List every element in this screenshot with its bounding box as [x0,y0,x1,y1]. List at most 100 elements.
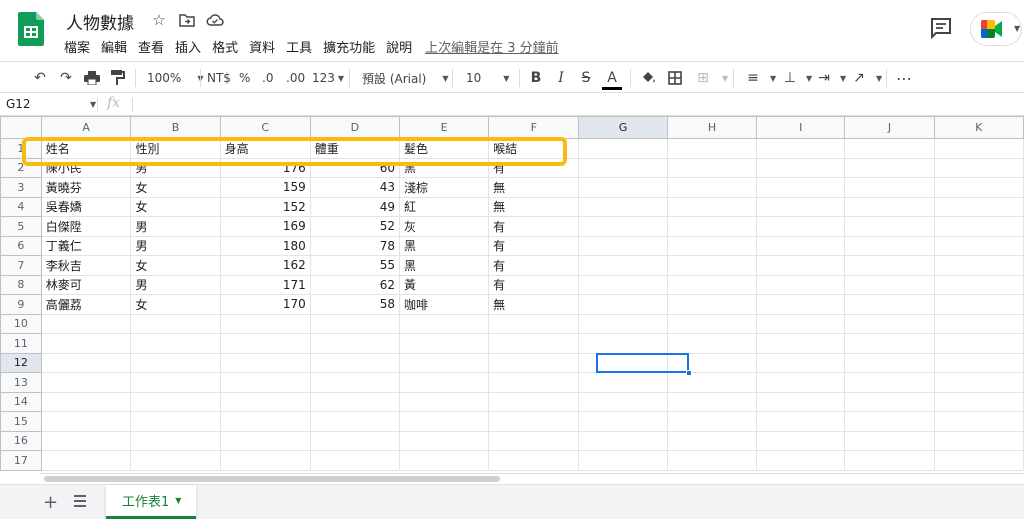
row-header[interactable]: 15 [0,411,42,432]
cell[interactable] [844,196,935,217]
all-sheets-list-icon[interactable] [72,493,88,509]
cell[interactable] [933,196,1024,217]
menu-edit[interactable]: 編輯 [101,37,127,56]
cell[interactable] [398,352,490,373]
cell[interactable] [666,430,758,451]
cell[interactable] [398,313,490,334]
meet-button[interactable]: ▼ [970,12,1022,46]
row-header[interactable]: 7 [0,255,42,276]
cell[interactable] [756,177,846,198]
cell[interactable]: 丁義仁 [40,235,132,256]
cell[interactable] [219,333,311,354]
cell[interactable]: 60 [309,157,400,178]
cell[interactable] [756,313,846,334]
cell[interactable] [666,333,758,354]
cell[interactable] [933,333,1024,354]
comment-icon[interactable] [930,17,952,39]
cell[interactable] [578,450,668,471]
vertical-align-icon[interactable]: ⊥ [780,68,800,88]
cell[interactable] [130,352,221,373]
column-header-d[interactable]: D [309,116,400,139]
cell[interactable] [844,216,935,237]
cell[interactable] [219,313,311,334]
header-cell[interactable]: 體重 [309,138,400,159]
fill-handle[interactable] [686,370,692,376]
cell[interactable] [130,391,221,412]
cell[interactable] [666,352,758,373]
cell[interactable] [844,430,935,451]
spreadsheet-grid[interactable]: A B C D E F G H I J K 1 姓名 性別 身高 體重 髮色 喉 [0,116,1024,472]
cell[interactable] [488,391,580,412]
cell[interactable] [933,235,1024,256]
cell[interactable]: 152 [219,196,311,217]
cell[interactable] [933,255,1024,276]
cell[interactable] [309,352,400,373]
cell[interactable] [40,411,132,432]
cell[interactable]: 林麥可 [40,274,132,295]
cell[interactable]: 男 [130,274,221,295]
row-header[interactable]: 10 [0,313,42,334]
undo-icon[interactable]: ↶ [30,68,50,88]
cell[interactable] [578,313,668,334]
cell[interactable] [844,333,935,354]
zoom-select[interactable]: 100%▼ [147,68,203,88]
cell[interactable] [40,450,132,471]
more-options-button[interactable]: ⋯ [894,68,914,88]
cell[interactable] [578,216,668,237]
row-header[interactable]: 2 [0,157,42,178]
cell[interactable] [933,450,1024,471]
cell[interactable] [40,352,132,373]
cell[interactable] [578,255,668,276]
name-box[interactable]: G12 ▼ [6,97,96,111]
percent-format-button[interactable]: % [239,68,250,88]
row-header[interactable]: 11 [0,333,42,354]
cell[interactable]: 女 [130,177,221,198]
cell[interactable] [40,333,132,354]
cell[interactable] [844,138,935,159]
cell[interactable] [488,411,580,432]
cell[interactable] [578,391,668,412]
menu-view[interactable]: 查看 [138,37,164,56]
menu-file[interactable]: 檔案 [64,37,90,56]
cell[interactable] [130,411,221,432]
cell[interactable] [666,274,758,295]
cell[interactable] [844,255,935,276]
cell[interactable] [666,411,758,432]
cell[interactable]: 黃 [398,274,490,295]
header-cell[interactable]: 身高 [219,138,311,159]
cell[interactable]: 159 [219,177,311,198]
menu-format[interactable]: 格式 [212,37,238,56]
cell[interactable]: 陳小民 [40,157,132,178]
cell[interactable]: 無 [488,196,580,217]
cell[interactable]: 無 [488,294,580,315]
cell[interactable] [666,235,758,256]
cell[interactable] [844,372,935,393]
cell[interactable] [578,157,668,178]
cell[interactable]: 無 [488,177,580,198]
cell[interactable] [844,177,935,198]
cell[interactable] [933,430,1024,451]
cell[interactable] [578,235,668,256]
star-icon[interactable]: ☆ [149,10,169,30]
cell[interactable] [309,313,400,334]
font-select[interactable]: 預設 (Arial) ▼ [362,68,449,88]
cell[interactable]: 有 [488,274,580,295]
cell[interactable]: 黑 [398,255,490,276]
row-header[interactable]: 4 [0,196,42,217]
column-header-k[interactable]: K [933,116,1024,139]
horizontal-align-icon[interactable]: ≡ [743,68,763,88]
cell[interactable]: 李秋吉 [40,255,132,276]
cell[interactable] [488,430,580,451]
cell[interactable] [578,274,668,295]
cell[interactable] [219,352,311,373]
row-header[interactable]: 17 [0,450,42,471]
cell[interactable] [666,313,758,334]
merge-cells-icon[interactable]: ⊞ [693,68,713,88]
cell[interactable] [933,157,1024,178]
cell[interactable] [756,138,846,159]
column-header-e[interactable]: E [398,116,490,139]
document-title[interactable]: 人物數據 [66,9,134,34]
cell[interactable]: 黑 [398,235,490,256]
cell[interactable]: 紅 [398,196,490,217]
cell[interactable] [844,157,935,178]
